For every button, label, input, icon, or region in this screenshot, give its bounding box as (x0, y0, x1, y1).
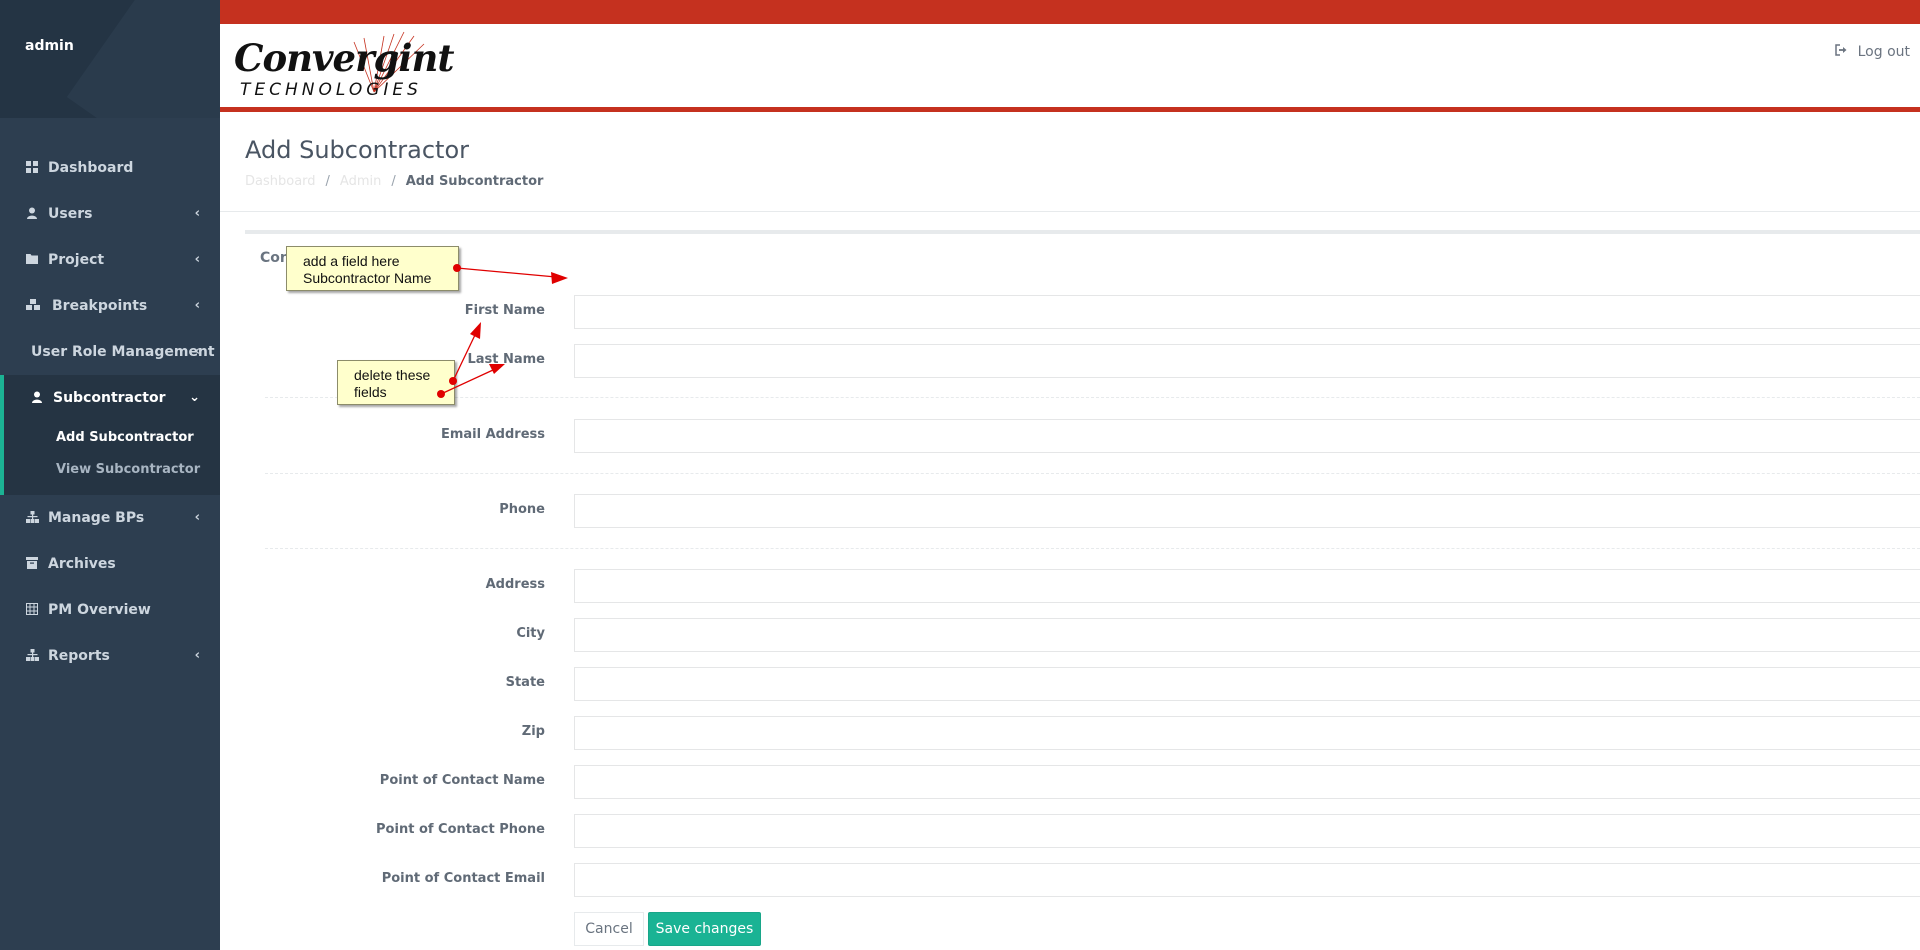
address-input[interactable] (574, 569, 1920, 603)
logout-label: Log out (1857, 44, 1910, 60)
logo-subtitle: TECHNOLOGIES (240, 80, 422, 100)
sidebar: admin Dashboard Users ‹ Project ‹ Breakp… (0, 0, 220, 950)
annotation-note-delete-fields[interactable]: delete these fields (337, 360, 455, 405)
user-icon (25, 207, 39, 221)
page-title: Add Subcontractor (245, 136, 470, 164)
sidebar-item-pm-overview[interactable]: PM Overview (0, 587, 220, 633)
dashboard-icon (25, 161, 39, 175)
chevron-left-icon: ‹ (194, 206, 200, 221)
form-panel-top-border (245, 230, 1920, 234)
email-address-input[interactable] (574, 419, 1920, 453)
breadcrumb-current: Add Subcontractor (405, 174, 544, 189)
sidebar-item-archives[interactable]: Archives (0, 541, 220, 587)
state-input[interactable] (574, 667, 1920, 701)
last-name-input[interactable] (574, 344, 1920, 378)
form-divider (265, 397, 1920, 398)
poc-phone-label: Point of Contact Phone (376, 822, 545, 837)
sidebar-item-dashboard[interactable]: Dashboard (0, 145, 220, 191)
chevron-left-icon: ‹ (194, 252, 200, 267)
annotation-arrow (453, 264, 568, 284)
zip-label: Zip (521, 724, 545, 739)
poc-name-input[interactable] (574, 765, 1920, 799)
sidebar-item-label: Subcontractor (53, 390, 166, 406)
sidebar-item-reports[interactable]: Reports ‹ (0, 633, 220, 679)
heading-divider (220, 211, 1920, 212)
sidebar-item-label: Breakpoints (52, 298, 148, 314)
breadcrumb-dashboard[interactable]: Dashboard (245, 174, 316, 189)
phone-input[interactable] (574, 494, 1920, 528)
form-divider (265, 473, 1920, 474)
chevron-left-icon: ‹ (194, 344, 200, 359)
poc-phone-input[interactable] (574, 814, 1920, 848)
sidebar-item-label: Users (48, 206, 93, 222)
sidebar-item-project[interactable]: Project ‹ (0, 237, 220, 283)
breadcrumb: Dashboard / Admin / Add Subcontractor (245, 174, 543, 189)
annotation-text: fields (354, 384, 387, 400)
form-divider (265, 548, 1920, 549)
sidebar-item-label: Reports (48, 648, 110, 664)
address-label: Address (485, 577, 545, 592)
chevron-left-icon: ‹ (194, 298, 200, 313)
profile-background-shape (66, 0, 220, 118)
save-changes-button[interactable]: Save changes (648, 912, 761, 946)
last-name-label: Last Name (467, 352, 545, 367)
cubes-icon (25, 299, 43, 313)
breadcrumb-admin[interactable]: Admin (340, 174, 381, 189)
sidebar-item-label: Manage BPs (48, 510, 145, 526)
city-label: City (516, 626, 545, 641)
top-brand-strip (220, 0, 1920, 24)
sign-out-icon (1834, 44, 1848, 60)
poc-name-label: Point of Contact Name (379, 773, 545, 788)
sidebar-item-label: Dashboard (48, 160, 134, 176)
convergint-logo[interactable]: Convergint TECHNOLOGIES (234, 30, 454, 104)
sidebar-item-users[interactable]: Users ‹ (0, 191, 220, 237)
poc-email-label: Point of Contact Email (381, 871, 545, 886)
sidebar-item-user-role-management[interactable]: User Role Management ‹ (0, 329, 220, 375)
submenu-view-subcontractor[interactable]: View Subcontractor (56, 462, 200, 477)
header-bar: Convergint TECHNOLOGIES Log out (220, 24, 1920, 112)
sidebar-item-label: Project (48, 252, 105, 268)
breadcrumb-separator: / (391, 174, 396, 189)
annotation-text: delete these (354, 367, 431, 383)
sidebar-item-manage-bps[interactable]: Manage BPs ‹ (0, 495, 220, 541)
phone-label: Phone (499, 502, 545, 517)
first-name-input[interactable] (574, 295, 1920, 329)
annotation-text: add a field here (303, 253, 400, 269)
annotation-text: Subcontractor Name (303, 270, 432, 286)
cancel-button[interactable]: Cancel (574, 912, 644, 946)
email-address-label: Email Address (440, 427, 545, 442)
chevron-left-icon: ‹ (194, 648, 200, 663)
chevron-down-icon: ⌄ (189, 390, 200, 405)
sidebar-profile: admin (0, 0, 220, 118)
breadcrumb-separator: / (325, 174, 330, 189)
first-name-label: First Name (464, 303, 545, 318)
sitemap-icon (25, 649, 39, 663)
submenu-add-subcontractor[interactable]: Add Subcontractor (56, 430, 194, 445)
archive-icon (25, 557, 39, 571)
logout-link[interactable]: Log out (1834, 44, 1910, 60)
subcontractor-submenu: Add Subcontractor View Subcontractor (0, 421, 220, 495)
city-input[interactable] (574, 618, 1920, 652)
sidebar-item-breakpoints[interactable]: Breakpoints ‹ (0, 283, 220, 329)
logo-wordmark: Convergint (234, 36, 454, 80)
folder-icon (25, 253, 39, 267)
poc-email-input[interactable] (574, 863, 1920, 897)
sidebar-item-label: User Role Management (31, 344, 215, 360)
sitemap-icon (25, 511, 39, 525)
user-icon (30, 391, 44, 405)
username[interactable]: admin (25, 38, 74, 54)
annotation-note-add-field[interactable]: add a field here Subcontractor Name (286, 246, 459, 291)
sidebar-item-subcontractor[interactable]: Subcontractor ⌄ (0, 375, 220, 421)
sidebar-item-label: PM Overview (48, 602, 151, 618)
state-label: State (505, 675, 545, 690)
zip-input[interactable] (574, 716, 1920, 750)
sidebar-item-label: Archives (48, 556, 116, 572)
table-icon (25, 603, 39, 617)
chevron-left-icon: ‹ (194, 510, 200, 525)
